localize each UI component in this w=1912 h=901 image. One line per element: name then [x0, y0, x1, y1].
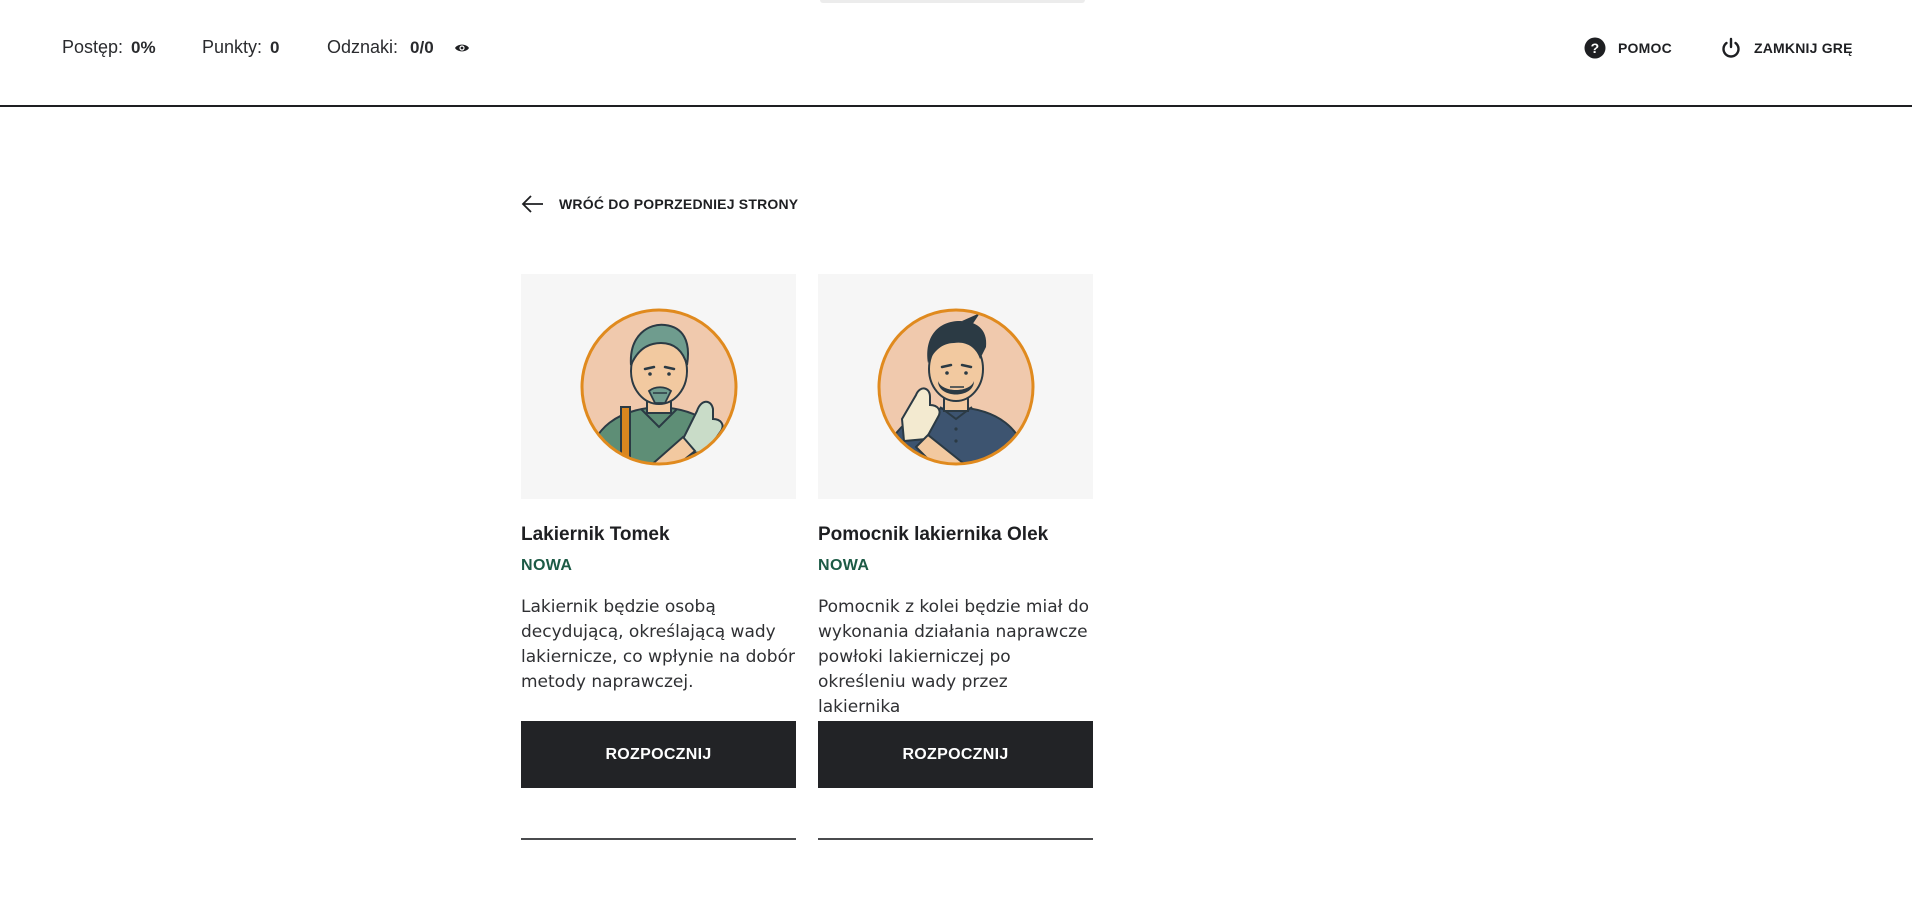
- eye-icon[interactable]: [454, 40, 470, 56]
- character-card-olek: Pomocnik lakiernika Olek NOWA Pomocnik z…: [818, 274, 1093, 840]
- help-label: POMOC: [1618, 40, 1672, 56]
- character-description: Pomocnik z kolei będzie miał do wykonani…: [818, 597, 1090, 717]
- card-divider: [818, 838, 1093, 840]
- character-card-tomek: Lakiernik Tomek NOWA Lakiernik będzie os…: [521, 274, 796, 840]
- badges-value: 0/0: [410, 37, 434, 57]
- close-game-button[interactable]: ZAMKNIJ GRĘ: [1720, 37, 1853, 59]
- character-image-container: [818, 274, 1093, 499]
- assistant-avatar: [877, 308, 1034, 465]
- power-icon: [1722, 37, 1740, 58]
- points-stat: Punkty: 0: [202, 37, 280, 58]
- progress-stat: Postęp: 0%: [62, 37, 156, 58]
- back-link[interactable]: WRÓĆ DO POPRZEDNIEJ STRONY: [521, 194, 798, 214]
- character-name: Pomocnik lakiernika Olek: [818, 524, 1049, 545]
- top-bar: Postęp: 0% Punkty: 0 Odznaki: 0/0 ? POMO…: [0, 0, 1912, 107]
- points-value: 0: [270, 37, 280, 57]
- progress-value: 0%: [131, 37, 156, 57]
- close-game-label: ZAMKNIJ GRĘ: [1754, 40, 1853, 56]
- points-label: Punkty:: [202, 37, 263, 57]
- new-badge: NOWA: [521, 557, 573, 574]
- svg-text:?: ?: [1591, 40, 1600, 56]
- start-button[interactable]: ROZPOCZNIJ: [521, 721, 796, 788]
- progress-label: Postęp:: [62, 37, 124, 57]
- top-indicator: [820, 0, 1085, 3]
- arrow-left-icon: [521, 195, 543, 213]
- badges-label: Odznaki:: [327, 37, 399, 57]
- character-name: Lakiernik Tomek: [521, 524, 670, 545]
- back-label: WRÓĆ DO POPRZEDNIEJ STRONY: [559, 196, 799, 212]
- help-button[interactable]: ? POMOC: [1584, 37, 1672, 59]
- badges-stat: Odznaki: 0/0: [327, 37, 470, 58]
- start-button[interactable]: ROZPOCZNIJ: [818, 721, 1093, 788]
- card-divider: [521, 838, 796, 840]
- character-description: Lakiernik będzie osobą decydującą, okreś…: [521, 597, 795, 692]
- painter-avatar: [580, 308, 737, 465]
- help-icon: ?: [1584, 37, 1606, 59]
- character-image-container: [521, 274, 796, 499]
- new-badge: NOWA: [818, 557, 870, 574]
